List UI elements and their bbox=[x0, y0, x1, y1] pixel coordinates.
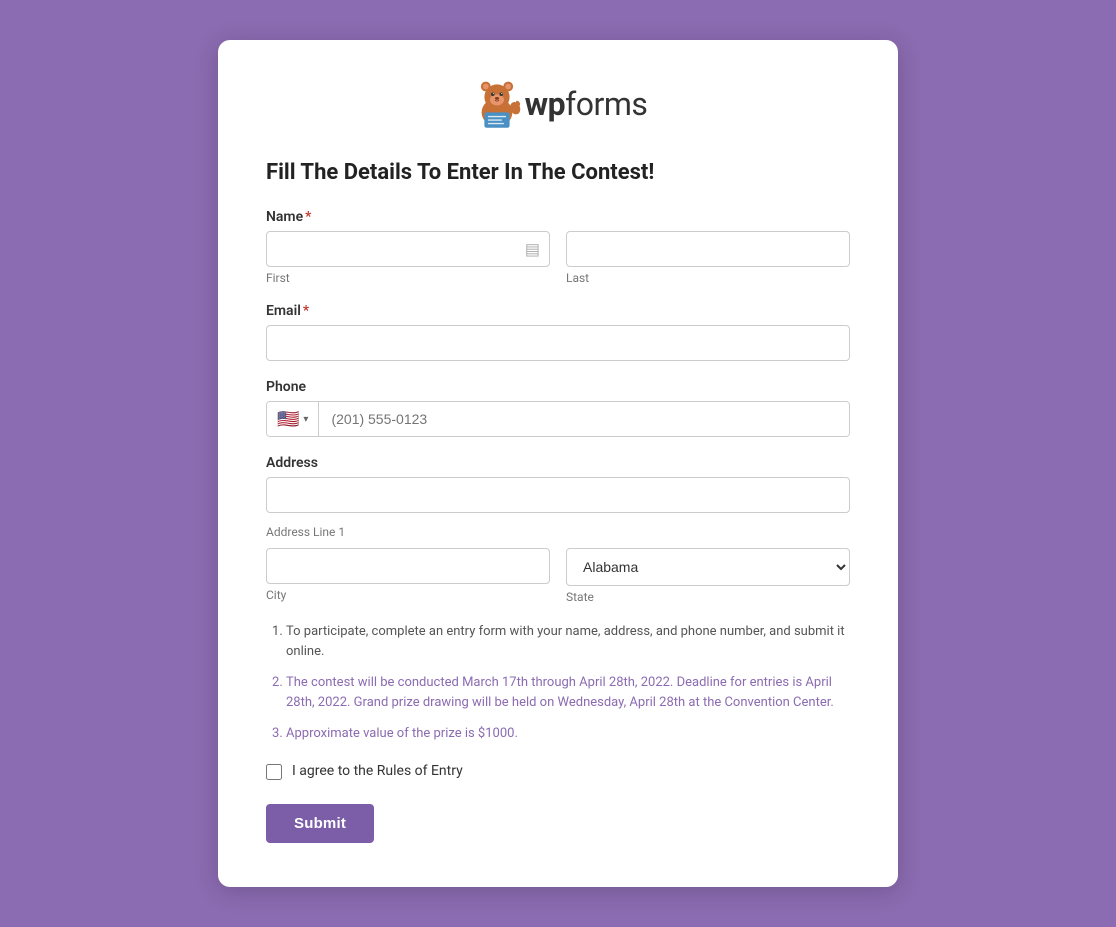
email-input[interactable] bbox=[266, 325, 850, 361]
phone-field-group: Phone 🇺🇸 ▾ bbox=[266, 379, 850, 437]
name-label: Name* bbox=[266, 209, 850, 225]
state-sub-label: State bbox=[566, 590, 850, 604]
first-name-input-wrapper: ▤ bbox=[266, 231, 550, 267]
agree-checkbox[interactable] bbox=[266, 764, 282, 780]
address-line1-input[interactable] bbox=[266, 477, 850, 513]
phone-label: Phone bbox=[266, 379, 850, 395]
email-field-group: Email* bbox=[266, 303, 850, 361]
name-field-group: Name* ▤ First Last bbox=[266, 209, 850, 285]
rule-item-2: The contest will be conducted March 17th… bbox=[286, 673, 850, 712]
bear-icon bbox=[469, 76, 525, 132]
rules-list: To participate, complete an entry form w… bbox=[286, 622, 850, 744]
form-card: wpforms Fill The Details To Enter In The… bbox=[218, 40, 898, 886]
name-row: ▤ First Last bbox=[266, 231, 850, 285]
rule-item-3: Approximate value of the prize is $1000. bbox=[286, 724, 850, 744]
phone-caret-icon: ▾ bbox=[303, 414, 308, 425]
page-title: Fill The Details To Enter In The Contest… bbox=[266, 160, 850, 185]
city-state-row: City Alabama Alaska Arizona Arkansas Cal… bbox=[266, 548, 850, 604]
address-line1-sub-label: Address Line 1 bbox=[266, 525, 345, 539]
last-name-input[interactable] bbox=[566, 231, 850, 267]
email-label: Email* bbox=[266, 303, 850, 319]
card-icon: ▤ bbox=[525, 240, 540, 259]
rule-item-1: To participate, complete an entry form w… bbox=[286, 622, 850, 661]
agree-checkbox-label[interactable]: I agree to the Rules of Entry bbox=[292, 762, 463, 782]
submit-button[interactable]: Submit bbox=[266, 804, 374, 843]
city-sub-label: City bbox=[266, 588, 550, 602]
address-field-group: Address Address Line 1 City Alabama Alas… bbox=[266, 455, 850, 604]
agree-checkbox-row: I agree to the Rules of Entry bbox=[266, 762, 850, 782]
wpforms-logo-text: wpforms bbox=[525, 85, 648, 123]
phone-input[interactable] bbox=[319, 402, 849, 436]
state-select[interactable]: Alabama Alaska Arizona Arkansas Californ… bbox=[566, 548, 850, 586]
city-col: City bbox=[266, 548, 550, 604]
first-name-input[interactable] bbox=[266, 231, 550, 267]
last-sub-label: Last bbox=[566, 271, 850, 285]
phone-flag-selector[interactable]: 🇺🇸 ▾ bbox=[267, 402, 319, 436]
logo-area: wpforms bbox=[266, 76, 850, 132]
us-flag-icon: 🇺🇸 bbox=[277, 409, 299, 430]
city-input[interactable] bbox=[266, 548, 550, 584]
state-col: Alabama Alaska Arizona Arkansas Californ… bbox=[566, 548, 850, 604]
first-name-col: ▤ First bbox=[266, 231, 550, 285]
address-label: Address bbox=[266, 455, 850, 471]
first-sub-label: First bbox=[266, 271, 550, 285]
phone-input-row: 🇺🇸 ▾ bbox=[266, 401, 850, 437]
last-name-col: Last bbox=[566, 231, 850, 285]
